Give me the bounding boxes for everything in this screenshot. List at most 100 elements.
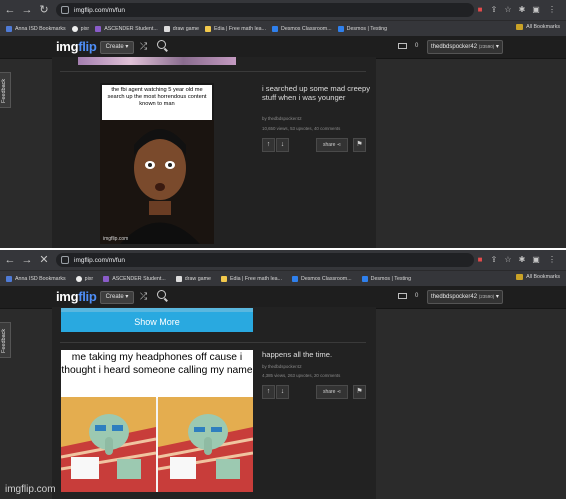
meme-panel-left	[61, 397, 156, 492]
bookmark-desmos-testing[interactable]: Desmos | Testing	[361, 275, 411, 282]
upvote-icon[interactable]: ↑	[262, 138, 275, 152]
show-more-button[interactable]: Show More	[61, 312, 253, 332]
page-icon	[175, 275, 182, 282]
share-button[interactable]: share ⋖	[316, 138, 348, 152]
shuffle-icon[interactable]: ⤮	[140, 291, 147, 302]
edia-icon	[204, 25, 211, 32]
post-title[interactable]: i searched up some mad creepy stuff when…	[262, 84, 372, 102]
browser-toolbar: ← → ✕ imgflip.com/m/fun ■ ⇪ ☆ ✱ ▣ ⋮	[0, 250, 566, 270]
sidebar-icon[interactable]: ▣	[530, 253, 542, 266]
reload-icon[interactable]: ↻	[37, 3, 51, 17]
sidebar-icon[interactable]: ▣	[530, 3, 542, 16]
bookmark-draw-game[interactable]: draw game	[175, 275, 211, 282]
ascender-icon	[103, 275, 110, 282]
bookmark-edia[interactable]: Edia | Free math lea...	[204, 25, 266, 32]
browser-toolbar: ← → ↻ imgflip.com/m/fun ■ ⇪ ☆ ✱ ▣ ⋮	[0, 0, 566, 20]
site-info-icon[interactable]	[61, 6, 69, 14]
extension-icon[interactable]: ■	[474, 3, 486, 16]
share-page-icon[interactable]: ⇪	[488, 3, 500, 16]
all-bookmarks[interactable]: All Bookmarks	[516, 24, 560, 30]
bookmark-anna-isd[interactable]: Anna ISD Bookmarks	[6, 275, 66, 282]
all-bookmarks[interactable]: All Bookmarks	[516, 274, 560, 280]
create-button[interactable]: Create ▾	[100, 41, 134, 54]
imgflip-logo[interactable]: imgflip	[56, 39, 97, 54]
meme-caption: me taking my headphones off cause i thou…	[61, 350, 253, 398]
mail-icon[interactable]	[398, 293, 407, 299]
extensions-puzzle-icon[interactable]: ✱	[516, 253, 528, 266]
bookmark-star-icon[interactable]: ☆	[502, 3, 514, 16]
search-icon[interactable]	[157, 290, 166, 299]
back-icon[interactable]: ←	[3, 253, 17, 267]
previous-meme-edge	[78, 57, 236, 65]
upvote-icon[interactable]: ↑	[262, 385, 275, 399]
bookmark-edia[interactable]: Edia | Free math lea...	[220, 275, 282, 282]
folder-icon	[6, 275, 12, 282]
page-icon	[163, 25, 170, 32]
notification-count[interactable]: 0	[415, 41, 418, 52]
divider	[60, 342, 366, 343]
share-button[interactable]: share ⋖	[316, 385, 348, 399]
bookmark-ascender[interactable]: ASCENDER Student...	[103, 275, 166, 282]
bookmark-pixr[interactable]: pixr	[75, 275, 93, 282]
address-bar[interactable]: imgflip.com/m/fun	[56, 253, 474, 267]
flag-icon[interactable]: ⚑	[353, 138, 366, 152]
mail-icon[interactable]	[398, 43, 407, 49]
folder-icon	[516, 274, 524, 280]
feedback-tab[interactable]: Feedback	[0, 72, 11, 108]
bookmark-pixr[interactable]: pixr	[71, 25, 89, 32]
divider	[60, 71, 366, 72]
watermark: imgflip.com	[103, 236, 129, 242]
url-text: imgflip.com/m/fun	[74, 256, 125, 264]
imgflip-header: imgflip Create ▾ ⤮ 0 thedbdspocker42 (23…	[0, 286, 566, 309]
bookmark-ascender[interactable]: ASCENDER Student...	[95, 25, 158, 32]
desmos-icon	[292, 275, 298, 282]
create-button[interactable]: Create ▾	[100, 291, 134, 304]
desmos-icon	[361, 275, 368, 282]
bookmark-desmos-classroom[interactable]: Desmos Classroom...	[272, 25, 332, 32]
back-icon[interactable]: ←	[3, 3, 17, 17]
ascender-icon	[95, 25, 102, 32]
post-stats: 4,385 views, 263 upvotes, 20 comments	[262, 373, 341, 378]
flag-icon[interactable]: ⚑	[353, 385, 366, 399]
post-author[interactable]: by thedbdspocker42	[262, 364, 302, 369]
extension-icon[interactable]: ■	[474, 253, 486, 266]
meme-image[interactable]: the fbi agent watching 5 year old me sea…	[100, 83, 214, 244]
user-menu[interactable]: thedbdspocker42 (23590) ▾	[427, 290, 503, 304]
bookmark-desmos-testing[interactable]: Desmos | Testing	[337, 25, 387, 32]
close-icon[interactable]: ✕	[37, 253, 51, 267]
feedback-tab[interactable]: Feedback	[0, 322, 11, 358]
search-icon[interactable]	[157, 40, 166, 49]
bookmarks-bar: Anna ISD Bookmarks pixr ASCENDER Student…	[0, 20, 566, 36]
bookmark-star-icon[interactable]: ☆	[502, 253, 514, 266]
forward-icon[interactable]: →	[20, 253, 34, 267]
desmos-icon	[337, 25, 344, 32]
imgflip-logo[interactable]: imgflip	[56, 289, 97, 304]
extensions-puzzle-icon[interactable]: ✱	[516, 3, 528, 16]
bookmark-desmos-classroom[interactable]: Desmos Classroom...	[292, 275, 352, 282]
meme-image[interactable]: me taking my headphones off cause i thou…	[61, 350, 253, 492]
notification-count[interactable]: 0	[415, 291, 418, 302]
menu-dots-icon[interactable]: ⋮	[546, 253, 558, 266]
share-page-icon[interactable]: ⇪	[488, 253, 500, 266]
user-menu[interactable]: thedbdspocker42 (23590) ▾	[427, 40, 503, 54]
site-info-icon[interactable]	[61, 256, 69, 264]
post-title[interactable]: happens all the time.	[262, 350, 372, 359]
folder-icon	[516, 24, 524, 30]
google-icon	[71, 25, 78, 32]
imgflip-header: imgflip Create ▾ ⤮ 0 thedbdspocker42 (23…	[0, 36, 566, 59]
bookmark-draw-game[interactable]: draw game	[163, 25, 199, 32]
post-author[interactable]: by thedbdspocker42	[262, 116, 302, 121]
url-text: imgflip.com/m/fun	[74, 6, 125, 14]
forward-icon[interactable]: →	[20, 3, 34, 17]
desmos-icon	[272, 25, 278, 32]
post-actions: ↑ ↓ share ⋖ ⚑	[262, 385, 370, 399]
menu-dots-icon[interactable]: ⋮	[546, 3, 558, 16]
address-bar[interactable]: imgflip.com/m/fun	[56, 3, 474, 17]
downvote-icon[interactable]: ↓	[276, 385, 289, 399]
bookmark-anna-isd[interactable]: Anna ISD Bookmarks	[6, 25, 66, 32]
shuffle-icon[interactable]: ⤮	[140, 41, 147, 52]
screenshot-top: ← → ↻ imgflip.com/m/fun ■ ⇪ ☆ ✱ ▣ ⋮ Anna…	[0, 0, 566, 248]
bookmarks-bar: Anna ISD Bookmarks pixr ASCENDER Student…	[0, 270, 566, 286]
meme-panel-right	[158, 397, 253, 492]
downvote-icon[interactable]: ↓	[276, 138, 289, 152]
